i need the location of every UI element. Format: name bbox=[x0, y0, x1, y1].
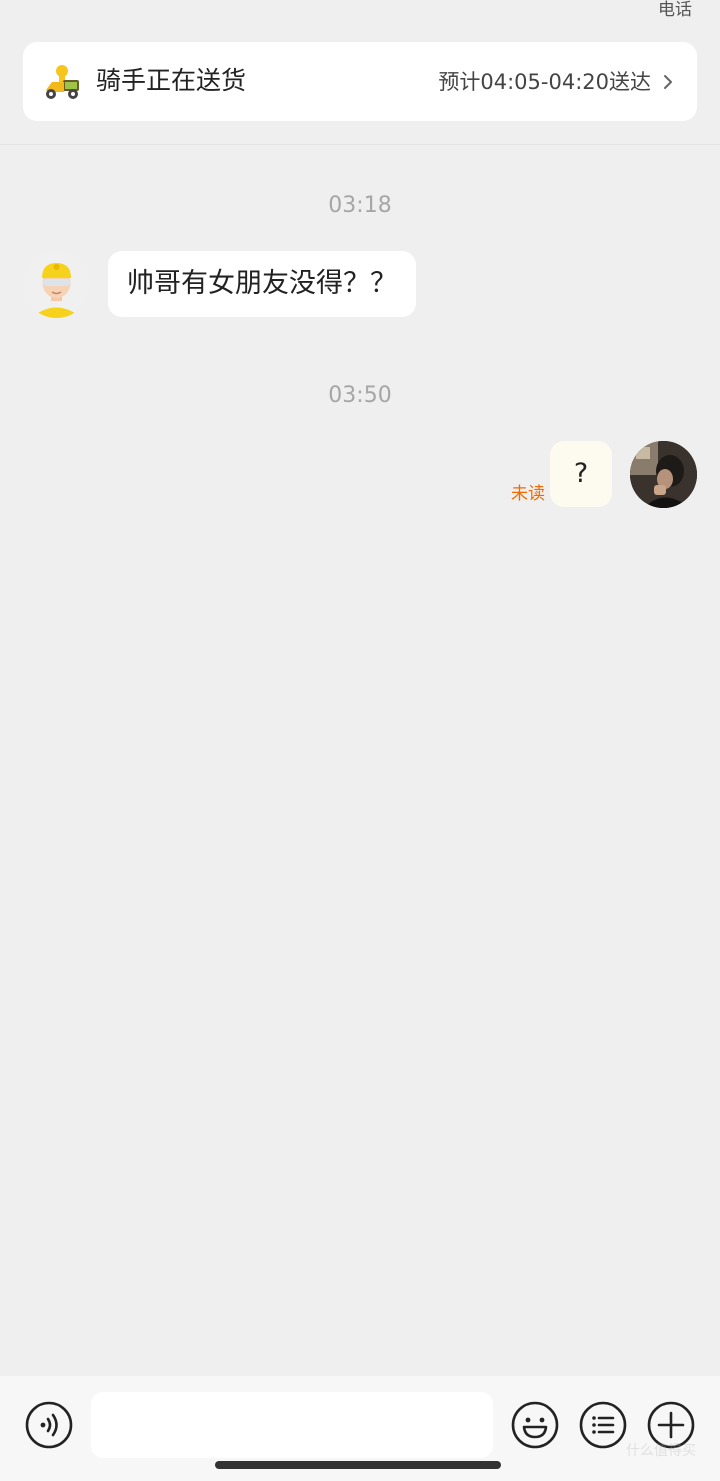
message-input[interactable] bbox=[91, 1392, 493, 1458]
voice-icon[interactable] bbox=[25, 1401, 73, 1449]
delivery-rider-icon bbox=[46, 65, 79, 99]
my-message-bubble[interactable]: ? bbox=[550, 441, 612, 507]
rider-message-bubble[interactable]: 帅哥有女朋友没得？？ bbox=[108, 251, 416, 317]
delivery-eta[interactable]: 预计04:05-04:20送达 bbox=[438, 67, 673, 97]
watermark: 什么值得买 bbox=[626, 1443, 696, 1459]
quick-reply-icon[interactable] bbox=[579, 1401, 627, 1449]
my-avatar-photo bbox=[630, 441, 697, 508]
header-divider bbox=[0, 144, 720, 145]
message-timestamp: 03:50 bbox=[328, 383, 392, 408]
phone-link[interactable]: 电话 bbox=[658, 0, 692, 22]
delivery-status-card[interactable]: 骑手正在送货 预计04:05-04:20送达 bbox=[23, 42, 697, 121]
rider-avatar[interactable] bbox=[23, 251, 90, 318]
delivery-status-title: 骑手正在送货 bbox=[96, 66, 247, 95]
unread-status: 未读 bbox=[511, 484, 545, 504]
home-indicator[interactable] bbox=[215, 1461, 501, 1469]
emoji-icon[interactable] bbox=[511, 1401, 559, 1449]
chevron-right-icon bbox=[664, 75, 672, 89]
delivery-eta-text: 预计04:05-04:20送达 bbox=[438, 70, 651, 94]
message-timestamp: 03:18 bbox=[328, 193, 392, 218]
my-avatar[interactable] bbox=[630, 441, 697, 508]
rider-avatar-icon bbox=[23, 251, 90, 318]
